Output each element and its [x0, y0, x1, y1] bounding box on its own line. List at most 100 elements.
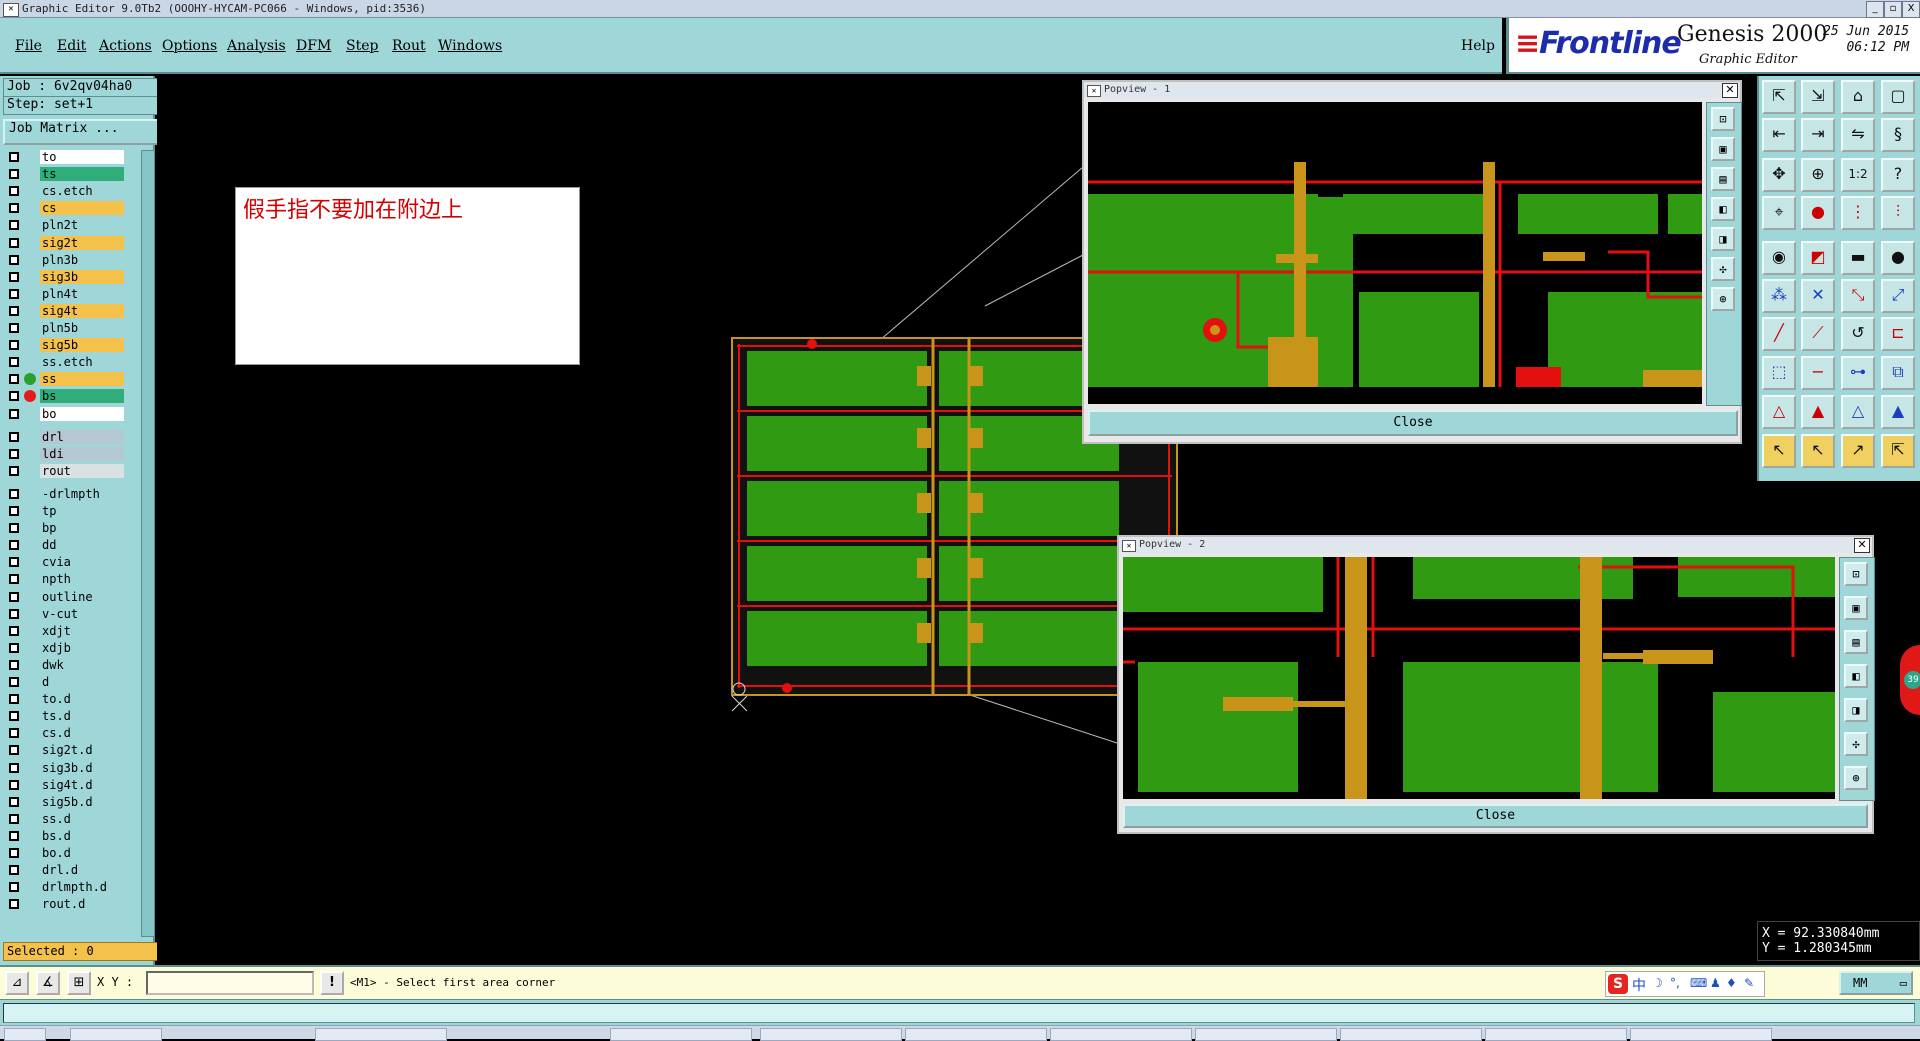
- close-window-button[interactable]: X: [1902, 1, 1920, 18]
- layer-name[interactable]: sig4t.d: [40, 777, 124, 792]
- taskbar-item[interactable]: [315, 1028, 447, 1041]
- home-icon[interactable]: ⌂: [1841, 80, 1875, 114]
- pointer-alt-icon[interactable]: ↗: [1841, 434, 1875, 468]
- layer-row[interactable]: bo.d: [3, 846, 141, 861]
- layer-name[interactable]: dwk: [40, 657, 124, 672]
- layer-checkbox[interactable]: [9, 254, 19, 265]
- layer-name[interactable]: drl.d: [40, 863, 124, 878]
- layer-row[interactable]: xdjt: [3, 623, 141, 639]
- layer-name[interactable]: ss: [40, 372, 124, 387]
- net-icon[interactable]: ⋮: [1841, 196, 1875, 230]
- layer-name[interactable]: bs.d: [40, 828, 124, 843]
- layer-name[interactable]: dd: [40, 538, 124, 553]
- menu-file[interactable]: File: [15, 38, 42, 54]
- layer-row[interactable]: pln5b: [3, 321, 141, 336]
- layer-checkbox[interactable]: [9, 882, 19, 893]
- arc-icon[interactable]: ↺: [1841, 317, 1875, 351]
- popview-zoom-fit-icon[interactable]: ⊡: [1711, 107, 1735, 131]
- layer-checkbox[interactable]: [9, 237, 19, 248]
- menu-help[interactable]: Help: [1461, 38, 1495, 54]
- zoom-fit-icon[interactable]: ✥: [1762, 158, 1796, 192]
- popview-home-icon[interactable]: ⊕: [1711, 287, 1735, 311]
- popview-2-close-icon[interactable]: ✕: [1854, 538, 1870, 553]
- layer-name[interactable]: sig2t.d: [40, 743, 124, 758]
- popview-pan-left-icon[interactable]: ◧: [1844, 664, 1868, 688]
- measure-icon[interactable]: ⌖: [1762, 196, 1796, 230]
- layer-row[interactable]: ss: [3, 372, 141, 387]
- menu-edit[interactable]: Edit: [57, 38, 86, 54]
- popview-zoom-in-icon[interactable]: ▣: [1844, 596, 1868, 620]
- layer-name[interactable]: pln3b: [40, 252, 124, 267]
- layer-row[interactable]: sig3b: [3, 269, 141, 285]
- connect-alt-icon[interactable]: ⤢: [1881, 279, 1915, 313]
- layer-row[interactable]: d: [3, 675, 141, 690]
- mirror-icon[interactable]: ⇋: [1841, 118, 1875, 152]
- add-line-icon[interactable]: ◩: [1801, 241, 1835, 275]
- add-pad-icon[interactable]: ◉: [1762, 241, 1796, 275]
- layer-row[interactable]: npth: [3, 572, 141, 587]
- taskbar-item[interactable]: [1630, 1028, 1772, 1041]
- zoom-bottom-icon[interactable]: ⇲: [1801, 80, 1835, 114]
- layer-row[interactable]: ss.etch: [3, 355, 141, 370]
- layer-checkbox[interactable]: [9, 323, 19, 333]
- triangle-blue-alt-icon[interactable]: ▲: [1881, 395, 1915, 429]
- layer-row[interactable]: rout: [3, 463, 141, 479]
- layer-name[interactable]: ldi: [40, 446, 124, 461]
- layer-name[interactable]: npth: [40, 572, 124, 587]
- layer-row[interactable]: cs.etch: [3, 184, 141, 199]
- layer-name[interactable]: drl: [40, 429, 124, 444]
- taskbar-item[interactable]: [1485, 1028, 1627, 1041]
- layer-row[interactable]: sig5b: [3, 338, 141, 353]
- popview-zoom-in-icon[interactable]: ▣: [1711, 137, 1735, 161]
- layer-name[interactable]: sig5b.d: [40, 794, 124, 809]
- layer-row[interactable]: tp: [3, 504, 141, 519]
- taskbar-item[interactable]: [4, 1028, 46, 1041]
- layer-name[interactable]: ts.d: [40, 709, 124, 724]
- layer-checkbox[interactable]: [9, 779, 19, 790]
- restore-button[interactable]: ▫: [1884, 1, 1902, 18]
- connect-icon[interactable]: ⤡: [1841, 279, 1875, 313]
- layer-checkbox[interactable]: [9, 899, 19, 910]
- add-circle-icon[interactable]: ●: [1881, 241, 1915, 275]
- layer-name[interactable]: v-cut: [40, 606, 124, 621]
- layer-row[interactable]: ss.d: [3, 811, 141, 827]
- layer-name[interactable]: ts: [40, 167, 124, 182]
- user-icon[interactable]: ♟: [1710, 976, 1721, 990]
- xy-input[interactable]: [146, 971, 314, 995]
- ime-language[interactable]: 中: [1632, 975, 1646, 995]
- popview-1-close-button[interactable]: Close: [1088, 410, 1738, 436]
- layer-row[interactable]: dd: [3, 538, 141, 553]
- layer-checkbox[interactable]: [9, 448, 19, 459]
- layer-checkbox[interactable]: [9, 796, 19, 807]
- layer-row[interactable]: v-cut: [3, 606, 141, 622]
- popview-1-canvas[interactable]: [1088, 102, 1702, 404]
- layer-name[interactable]: to: [40, 150, 124, 164]
- select-icon[interactable]: ⁂: [1762, 279, 1796, 313]
- shirt-icon[interactable]: ♦: [1726, 976, 1737, 990]
- layer-row[interactable]: sig2t.d: [3, 743, 141, 758]
- layer-row[interactable]: sig2t: [3, 235, 141, 251]
- layer-checkbox[interactable]: [9, 220, 19, 231]
- layer-row[interactable]: -drlmpth: [3, 486, 141, 502]
- pointer-icon[interactable]: ↖: [1762, 434, 1796, 468]
- layer-checkbox[interactable]: [9, 694, 19, 705]
- layer-name[interactable]: outline: [40, 589, 124, 604]
- layer-checkbox[interactable]: [9, 659, 19, 670]
- screen-icon[interactable]: ▢: [1881, 80, 1915, 114]
- popview-2-canvas[interactable]: [1123, 557, 1835, 799]
- layer-name[interactable]: cvia: [40, 555, 124, 570]
- layer-name[interactable]: bo: [40, 406, 124, 421]
- layer-row[interactable]: ts: [3, 167, 141, 182]
- layer-name[interactable]: drlmpth.d: [40, 880, 124, 895]
- layer-row[interactable]: bp: [3, 521, 141, 536]
- layer-row[interactable]: rout.d: [3, 897, 141, 912]
- copy-icon[interactable]: ⧉: [1881, 356, 1915, 390]
- pan-right-icon[interactable]: ⇥: [1801, 118, 1835, 152]
- layer-row[interactable]: pln3b: [3, 252, 141, 268]
- popview-zoom-fit-icon[interactable]: ⊡: [1844, 562, 1868, 586]
- taskbar-item[interactable]: [1340, 1028, 1482, 1041]
- layer-checkbox[interactable]: [9, 540, 19, 551]
- floating-side-badge[interactable]: 39: [1900, 645, 1920, 715]
- layer-name[interactable]: sig3b.d: [40, 760, 124, 775]
- layer-row[interactable]: outline: [3, 589, 141, 605]
